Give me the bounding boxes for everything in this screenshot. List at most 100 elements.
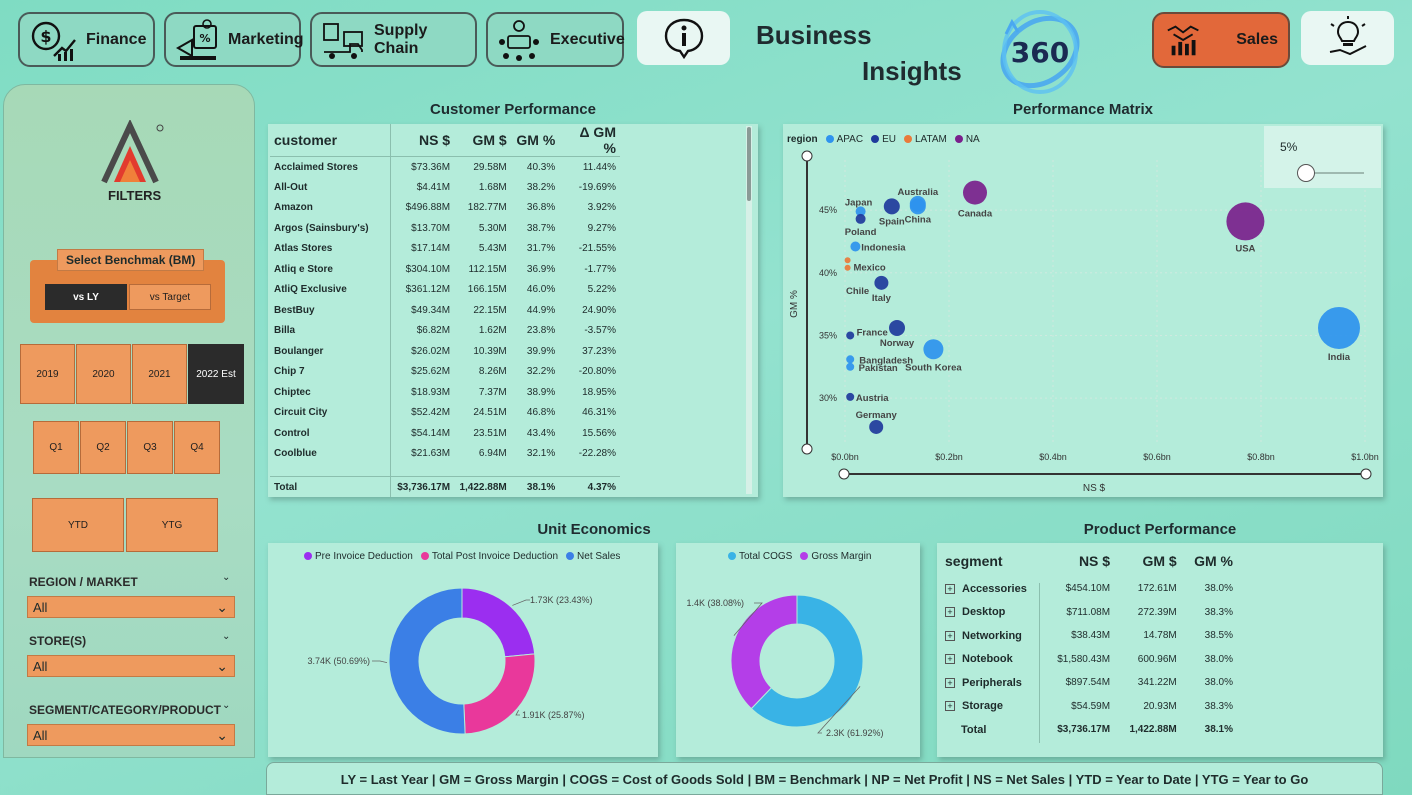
scatter-point-mexico[interactable] <box>844 257 851 264</box>
ideas-button[interactable] <box>1301 11 1394 65</box>
table-row[interactable]: Chip 7 $25.62M 8.26M 32.2% -20.80% <box>270 362 620 383</box>
scatter-point-indonesia[interactable] <box>850 241 861 252</box>
col-product-ns[interactable]: NS $ <box>1043 545 1116 577</box>
legend-na[interactable]: NA <box>954 134 980 145</box>
scatter-point-canada[interactable] <box>963 180 987 205</box>
col-ns[interactable]: NS $ <box>391 124 454 157</box>
x-range-slider-right-handle[interactable] <box>1360 468 1372 480</box>
donut-slice[interactable] <box>388 587 466 735</box>
table-row[interactable]: + Notebook $1,580.43M 600.96M 38.0% <box>939 648 1239 672</box>
quarter-q4-button[interactable]: Q4 <box>174 421 220 474</box>
table-row[interactable]: + Networking $38.43M 14.78M 38.5% <box>939 624 1239 648</box>
col-product-gm-pct[interactable]: GM % <box>1183 545 1239 577</box>
donut-slice[interactable] <box>730 594 798 710</box>
table-row[interactable]: Coolblue $21.63M 6.94M 32.1% -22.28% <box>270 444 620 465</box>
year-2022-est-button[interactable]: 2022 Est <box>188 344 244 404</box>
scatter-point-usa[interactable] <box>1226 202 1265 241</box>
segment-select[interactable]: All ⌄ <box>27 724 235 746</box>
store-select[interactable]: All ⌄ <box>27 655 235 677</box>
col-gm[interactable]: GM $ <box>454 124 511 157</box>
donut-slice[interactable] <box>463 653 536 735</box>
table-row[interactable]: Control $54.14M 23.51M 43.4% 15.56% <box>270 423 620 444</box>
nav-supply-chain-button[interactable]: Supply Chain <box>310 12 477 67</box>
scatter-point-italy[interactable] <box>874 275 889 290</box>
y-range-slider-bottom-handle[interactable] <box>801 443 813 455</box>
year-2021-button[interactable]: 2021 <box>132 344 187 404</box>
customer-delta-gm-pct: -22.28% <box>578 448 616 460</box>
legend-eu[interactable]: EU <box>871 134 896 145</box>
customer-table-scrollbar-thumb[interactable] <box>747 127 751 201</box>
expand-plus-icon[interactable]: + <box>945 701 955 712</box>
table-row[interactable]: Atlas Stores $17.14M 5.43M 31.7% -21.55% <box>270 239 620 260</box>
segment-ns: $54.59M <box>1071 700 1111 712</box>
expand-plus-icon[interactable]: + <box>945 607 955 618</box>
expand-plus-icon[interactable]: + <box>945 630 955 641</box>
table-row[interactable]: Circuit City $52.42M 24.51M 46.8% 46.31% <box>270 403 620 424</box>
scatter-point-poland[interactable] <box>855 213 866 224</box>
expand-plus-icon[interactable]: + <box>945 677 955 688</box>
quarter-q3-button[interactable]: Q3 <box>127 421 173 474</box>
scatter-point-chile[interactable] <box>844 264 851 271</box>
table-row[interactable]: All-Out $4.41M 1.68M 38.2% -19.69% <box>270 177 620 198</box>
nav-executive-button[interactable]: Executive <box>486 12 625 67</box>
scatter-point-spain[interactable] <box>883 198 900 215</box>
y-range-slider-top-handle[interactable] <box>801 150 813 162</box>
benchmark-vs-ly-button[interactable]: vs LY <box>45 284 127 310</box>
col-segment[interactable]: segment <box>939 545 1043 577</box>
legend-apac[interactable]: APAC <box>825 134 863 145</box>
scatter-point-france[interactable] <box>846 331 855 340</box>
table-row[interactable]: Boulanger $26.02M 10.39M 39.9% 37.23% <box>270 341 620 362</box>
scatter-point-germany[interactable] <box>869 419 884 434</box>
threshold-slider-handle[interactable] <box>1297 164 1315 182</box>
period-ytd-button[interactable]: YTD <box>32 498 124 552</box>
table-row[interactable]: Amazon $496.88M 182.77M 36.8% 3.92% <box>270 198 620 219</box>
x-range-slider-left-handle[interactable] <box>838 468 850 480</box>
customer-gm: 22.15M <box>473 304 507 316</box>
scatter-point-pakistan[interactable] <box>846 362 855 371</box>
store-collapse-chevron-icon[interactable]: ⌄ <box>222 631 230 642</box>
period-ytg-button[interactable]: YTG <box>126 498 218 552</box>
table-row[interactable]: + Accessories $454.10M 172.61M 38.0% <box>939 577 1239 601</box>
table-row[interactable]: + Desktop $711.08M 272.39M 38.3% <box>939 601 1239 625</box>
table-row[interactable]: + Peripherals $897.54M 341.22M 38.0% <box>939 671 1239 695</box>
year-2020-button[interactable]: 2020 <box>76 344 131 404</box>
year-2019-button[interactable]: 2019 <box>20 344 75 404</box>
table-row[interactable]: Acclaimed Stores $73.36M 29.58M 40.3% 11.44% <box>270 157 620 178</box>
segment-name: Desktop <box>962 606 1006 619</box>
table-row[interactable]: Argos (Sainsbury's) $13.70M 5.30M 38.7% 9.27… <box>270 218 620 239</box>
scatter-point-china[interactable] <box>909 198 926 215</box>
table-row[interactable]: BestBuy $49.34M 22.15M 44.9% 24.90% <box>270 300 620 321</box>
table-row[interactable]: Chiptec $18.93M 7.37M 38.9% 18.95% <box>270 382 620 403</box>
scatter-point-bangladesh[interactable] <box>846 355 855 364</box>
col-gm-pct[interactable]: GM % <box>511 124 560 157</box>
scatter-point-austria[interactable] <box>846 392 855 401</box>
table-row[interactable]: Billa $6.82M 1.62M 23.8% -3.57% <box>270 321 620 342</box>
legend-latam[interactable]: LATAM <box>903 134 947 145</box>
table-row[interactable]: AtliQ Exclusive $361.12M 166.15M 46.0% 5.22% <box>270 280 620 301</box>
scatter-point-south-korea[interactable] <box>923 339 944 360</box>
nav-finance-button[interactable]: $ Finance <box>18 12 155 67</box>
quarter-q1-button[interactable]: Q1 <box>33 421 79 474</box>
segment-collapse-chevron-icon[interactable]: ⌄ <box>222 700 230 711</box>
col-customer[interactable]: customer <box>270 124 391 157</box>
donut-slice[interactable] <box>461 587 536 658</box>
customer-name: All-Out <box>274 181 308 193</box>
col-product-gm[interactable]: GM $ <box>1116 545 1183 577</box>
region-collapse-chevron-icon[interactable]: ⌄ <box>222 572 230 583</box>
expand-plus-icon[interactable]: + <box>945 654 955 665</box>
expand-plus-icon[interactable]: + <box>945 583 955 594</box>
region-select[interactable]: All ⌄ <box>27 596 235 618</box>
nav-marketing-button[interactable]: % Marketing <box>164 12 304 67</box>
benchmark-vs-target-button[interactable]: vs Target <box>129 284 211 310</box>
info-button[interactable] <box>637 11 730 65</box>
chevron-down-icon: ⌄ <box>216 598 228 615</box>
finance-icon: $ <box>31 21 76 61</box>
table-row[interactable]: Atliq e Store $304.10M 112.15M 36.9% -1.77% <box>270 259 620 280</box>
quarter-q2-button[interactable]: Q2 <box>80 421 126 474</box>
legend-apac-swatch <box>825 135 834 144</box>
nav-sales-button[interactable]: Sales <box>1152 12 1290 68</box>
table-row[interactable]: + Storage $54.59M 20.93M 38.3% <box>939 695 1239 719</box>
col-delta-gm-pct[interactable]: Δ GM % <box>559 124 620 157</box>
scatter-point-india[interactable] <box>1318 306 1360 349</box>
scatter-point-norway[interactable] <box>889 319 905 336</box>
